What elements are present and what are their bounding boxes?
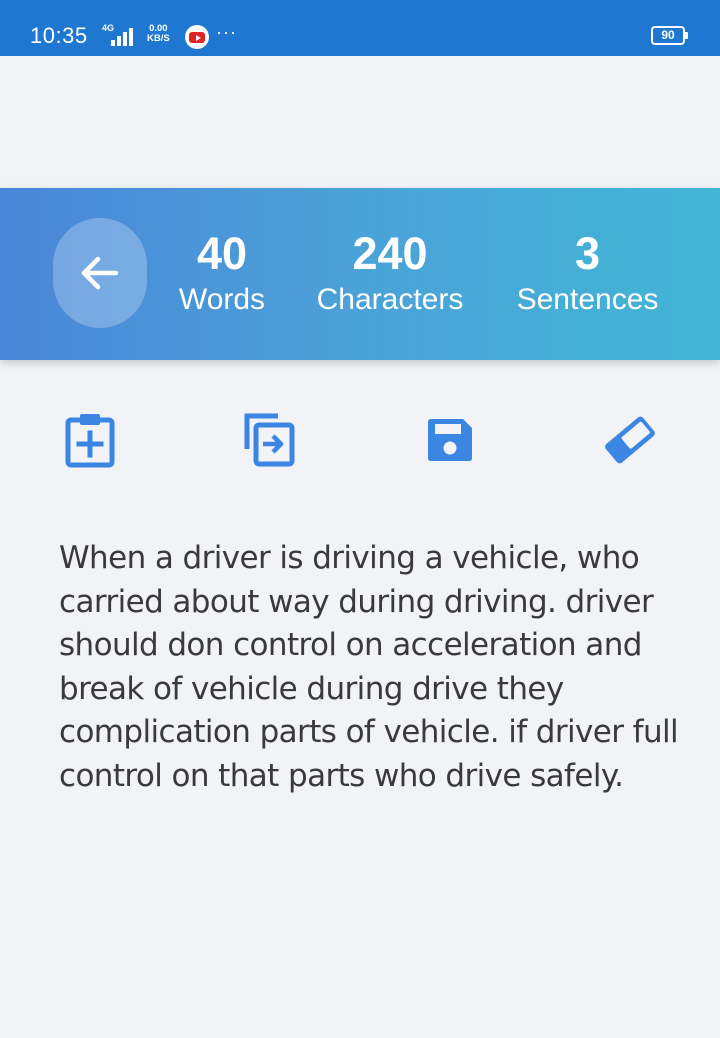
more-notifications-icon: ···: [216, 22, 237, 42]
arrow-left-icon: [81, 256, 119, 290]
character-count-value: 240: [352, 228, 428, 279]
copy-icon: [244, 413, 295, 467]
clear-button[interactable]: [602, 410, 658, 470]
character-count-label: Characters: [316, 283, 464, 316]
stats-banner: 40 Words 240 Characters 3 Sentences: [0, 188, 720, 360]
sentence-count-value: 3: [574, 228, 601, 279]
eraser-icon: [605, 416, 655, 464]
paste-button[interactable]: [62, 410, 118, 470]
word-count-label: Words: [178, 283, 266, 316]
word-count-value: 40: [196, 228, 248, 279]
character-count: 240 Characters: [305, 228, 475, 318]
network-speed: 0.00 KB/S: [147, 23, 170, 44]
status-time: 10:35: [30, 23, 88, 48]
analyzed-text[interactable]: When a driver is driving a vehicle, who …: [59, 537, 679, 798]
copy-button[interactable]: [242, 410, 298, 470]
save-button[interactable]: [422, 410, 478, 470]
battery-icon: 90: [651, 26, 688, 45]
clipboard-add-icon: [65, 414, 115, 468]
sentence-count: 3 Sentences: [505, 228, 670, 318]
sentence-count-label: Sentences: [516, 283, 659, 316]
battery-level: 90: [661, 28, 675, 42]
word-count: 40 Words: [164, 228, 280, 318]
signal-icon: 4G: [102, 23, 142, 46]
status-bar: 10:35 4G 0.00 KB/S ··· 90: [0, 0, 720, 56]
youtube-notification-icon: [185, 25, 209, 49]
save-icon: [428, 419, 472, 461]
back-button[interactable]: [53, 218, 147, 328]
